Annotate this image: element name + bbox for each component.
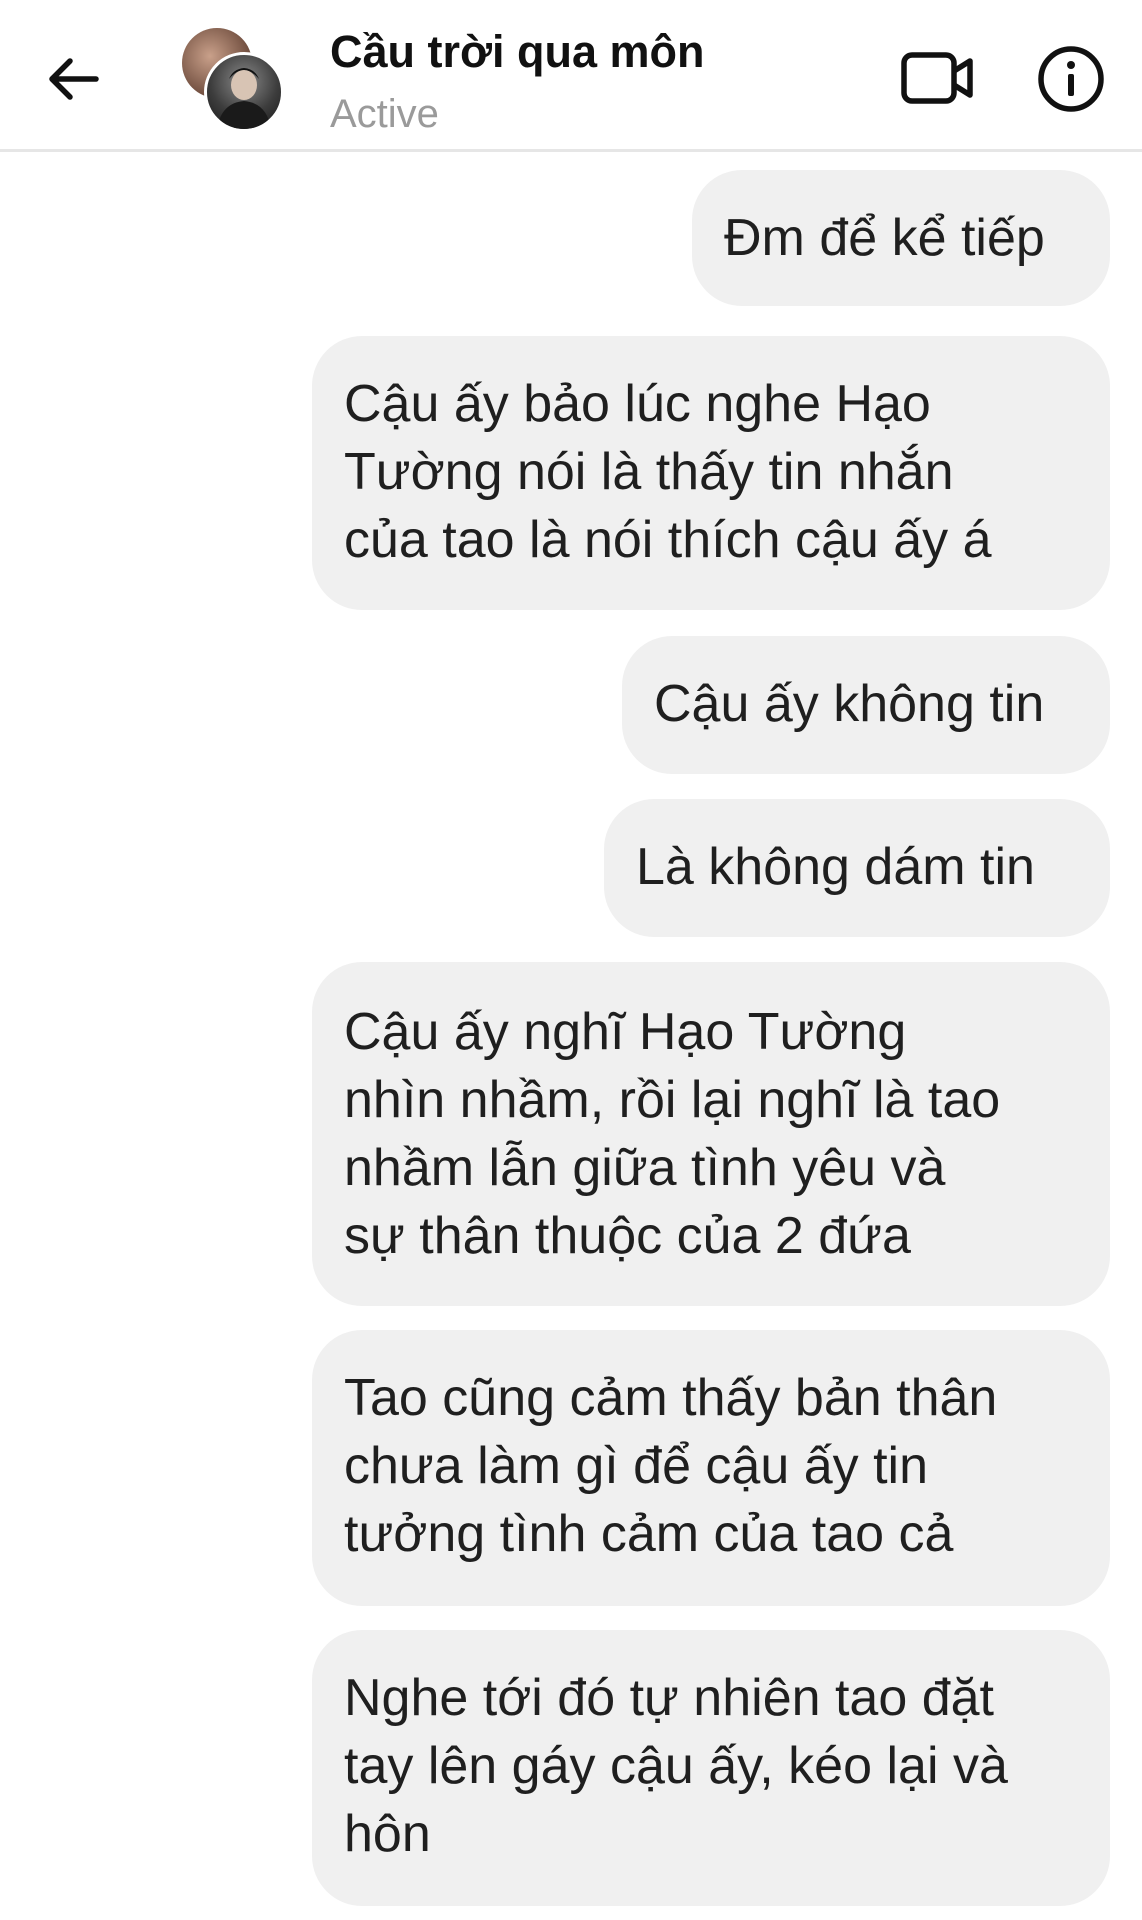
message-bubble[interactable]: Đm để kể tiếp [692,170,1110,306]
message-list[interactable]: Đm để kể tiếp Cậu ấy bảo lúc nghe Hạo Tư… [0,152,1142,1920]
message-bubble[interactable]: Cậu ấy bảo lúc nghe Hạo Tường nói là thấ… [312,336,1110,610]
info-button[interactable] [1034,42,1108,116]
info-circle-icon [1038,46,1104,112]
active-status: Active [330,92,439,136]
chat-header: Cầu trời qua môn Active [0,0,1142,152]
avatar[interactable] [182,28,284,132]
avatar-front-image [204,52,284,132]
message-bubble[interactable]: Nghe tới đó tự nhiên tao đặt tay lên gáy… [312,1630,1110,1906]
chat-title[interactable]: Cầu trời qua môn [330,26,705,78]
message-bubble[interactable]: Cậu ấy nghĩ Hạo Tường nhìn nhầm, rồi lại… [312,962,1110,1306]
message-bubble[interactable]: Là không dám tin [604,799,1110,937]
message-bubble[interactable]: Cậu ấy không tin [622,636,1110,774]
back-button[interactable] [40,46,106,112]
video-camera-icon [901,52,973,104]
message-bubble[interactable]: Tao cũng cảm thấy bản thân chưa làm gì đ… [312,1330,1110,1606]
arrow-left-icon [49,58,99,100]
video-call-button[interactable] [898,44,978,112]
